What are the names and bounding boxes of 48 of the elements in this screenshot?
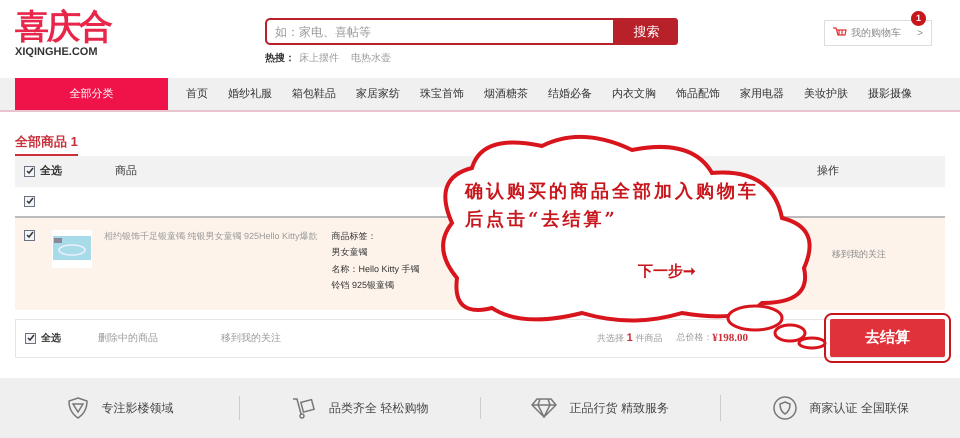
search-button[interactable]: 搜索 — [615, 18, 678, 45]
nav-link[interactable]: 饰品配饰 — [676, 86, 720, 102]
product-attribute: 名称：Hello Kitty 手镯 — [332, 262, 420, 276]
checkbox[interactable] — [24, 230, 35, 240]
total-price: ¥198.00 — [712, 330, 748, 346]
checkbox[interactable] — [24, 166, 35, 176]
nav-link[interactable]: 家用电器 — [740, 86, 784, 102]
nav-link[interactable]: 结婚必备 — [548, 86, 592, 102]
select-all-label: 全选 — [41, 332, 62, 346]
hand-truck-icon — [291, 396, 318, 420]
feature-label: 专注影楼领域 — [102, 400, 174, 417]
nav-link[interactable]: 婚纱礼服 — [228, 86, 272, 102]
all-categories-tab[interactable]: 全部分类 — [15, 78, 168, 110]
nav-link[interactable]: 内衣文胸 — [612, 86, 656, 102]
checkbox[interactable] — [25, 332, 36, 344]
hot-search-label: 热搜： — [265, 52, 295, 66]
cart-count-badge: 1 — [911, 11, 926, 26]
feature-label: 商家认证 全国联保 — [810, 400, 910, 417]
column-header: 操作 — [817, 164, 839, 179]
total-label: 总价格： — [676, 331, 712, 344]
shield-icon — [66, 396, 90, 420]
logo[interactable]: 喜庆合 — [15, 8, 265, 46]
callout-text: 确认购买的商品全部加入购物车后点击“去结算” — [465, 180, 760, 232]
seal-icon — [772, 395, 798, 421]
product-attribute: 商品标签： — [332, 230, 378, 242]
chevron-icon: > — [917, 26, 923, 40]
nav-link[interactable]: 美妆护肤 — [804, 86, 848, 102]
column-header: 商品 — [115, 164, 138, 179]
nav-link[interactable]: 摄影摄像 — [868, 86, 912, 102]
nav-link[interactable]: 烟酒糖茶 — [484, 86, 528, 102]
nav-link[interactable]: 箱包鞋品 — [292, 86, 336, 102]
next-step-text: 下一步➞ — [638, 261, 696, 282]
selected-count-text: 共选择 1 件商品 — [597, 330, 662, 346]
cart-label: 我的购物车 — [851, 26, 901, 40]
nav-link[interactable]: 首页 — [186, 86, 208, 102]
nav-link[interactable]: 家居家纺 — [356, 86, 400, 102]
select-all-label: 全选 — [40, 164, 63, 179]
product-attribute: 男女童镯 — [332, 246, 369, 259]
logo-domain: XIQINGHE.COM — [15, 46, 99, 58]
search-field[interactable]: 如：家电、喜帖等 — [265, 18, 615, 45]
diamond-icon — [531, 397, 558, 419]
feature-label: 正品行货 精致服务 — [569, 400, 669, 417]
checkout-button[interactable]: 去结算 — [830, 319, 945, 357]
nav-link[interactable]: 珠宝首饰 — [420, 86, 464, 102]
product-attribute: 铃铛 925银童镯 — [332, 279, 396, 292]
checkbox[interactable] — [24, 196, 35, 206]
cart-button[interactable]: 我的购物车 > — [824, 20, 932, 46]
feature-label: 品类齐全 轻松购物 — [329, 400, 429, 417]
